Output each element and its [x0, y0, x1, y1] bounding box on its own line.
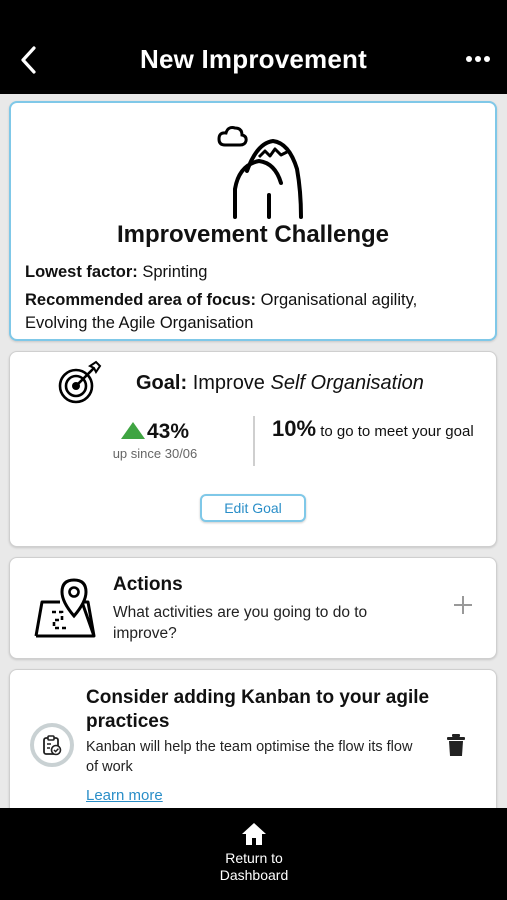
- edit-goal-button[interactable]: Edit Goal: [200, 494, 306, 522]
- goal-focus: Self Organisation: [270, 372, 424, 394]
- kanban-suggestion-card: Consider adding Kanban to your agile pra…: [9, 669, 497, 819]
- page-title: New Improvement: [140, 44, 367, 74]
- trash-icon[interactable]: [446, 733, 466, 757]
- suggestion-description: Kanban will help the team optimise the f…: [86, 739, 413, 775]
- mountain-icon: [217, 126, 303, 219]
- ellipsis-icon: [466, 56, 490, 62]
- goal-card: Goal: Improve Self Organisation 43% up s…: [9, 351, 497, 547]
- suggestion-title: Consider adding Kanban to your agile pra…: [86, 687, 430, 732]
- plus-icon[interactable]: [452, 594, 474, 616]
- remaining-percent: 10%: [272, 416, 317, 441]
- top-bar: New Improvement: [0, 0, 507, 94]
- more-options-button[interactable]: [465, 52, 491, 66]
- lowest-factor: Lowest factor: Sprinting: [25, 261, 481, 284]
- actions-description: What activities are you going to do to i…: [113, 604, 368, 642]
- return-to-dashboard-button[interactable]: Return to Dashboard: [204, 822, 304, 884]
- target-icon: [58, 360, 102, 404]
- home-label-line1: Return to: [225, 850, 283, 866]
- focus-label: Recommended area of focus:: [25, 291, 257, 309]
- learn-more-link[interactable]: Learn more: [86, 787, 163, 804]
- progress-caption: up since 30/06: [112, 446, 198, 461]
- remaining-text: to go to meet your goal: [320, 423, 474, 440]
- home-label-line2: Dashboard: [219, 867, 289, 883]
- clipboard-check-icon: [43, 735, 62, 756]
- map-pin-icon: [34, 578, 96, 638]
- recommended-focus: Recommended area of focus: Organisationa…: [25, 289, 481, 335]
- progress-percent: 43%: [146, 420, 190, 443]
- actions-title: Actions: [113, 574, 183, 595]
- goal-statement: Goal: Improve Self Organisation: [136, 372, 424, 395]
- actions-card[interactable]: Actions What activities are you going to…: [9, 557, 497, 659]
- up-arrow-icon: [120, 422, 145, 439]
- improvement-challenge-card: Improvement Challenge Lowest factor: Spr…: [9, 101, 497, 341]
- goal-label: Goal:: [136, 372, 188, 394]
- challenge-title: Improvement Challenge: [116, 221, 390, 248]
- divider: [253, 416, 255, 466]
- lowest-factor-value: Sprinting: [142, 263, 208, 281]
- lowest-factor-label: Lowest factor:: [25, 263, 138, 281]
- home-icon: [242, 823, 266, 845]
- goal-progress: 43% up since 30/06: [70, 420, 240, 461]
- goal-remaining: 10% to go to meet your goal: [272, 418, 488, 443]
- goal-text: Improve: [192, 372, 265, 394]
- bottom-bar: Return to Dashboard: [0, 808, 507, 900]
- clipboard-badge: [30, 723, 74, 767]
